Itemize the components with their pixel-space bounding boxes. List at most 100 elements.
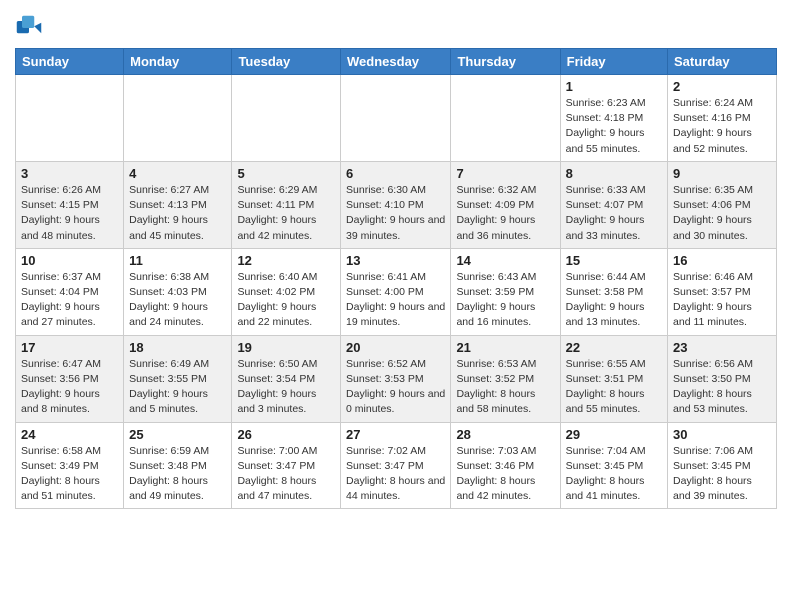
weekday-header-thursday: Thursday bbox=[451, 49, 560, 75]
calendar-cell: 16Sunrise: 6:46 AMSunset: 3:57 PMDayligh… bbox=[668, 248, 777, 335]
day-info: Sunrise: 7:04 AMSunset: 3:45 PMDaylight:… bbox=[566, 444, 662, 505]
calendar-cell: 1 Sunrise: 6:23 AMSunset: 4:18 PMDaylight… bbox=[560, 75, 667, 162]
calendar-cell: 14Sunrise: 6:43 AMSunset: 3:59 PMDayligh… bbox=[451, 248, 560, 335]
day-number: 22 bbox=[566, 340, 662, 355]
header bbox=[15, 10, 777, 42]
day-info: Sunrise: 7:00 AMSunset: 3:47 PMDaylight:… bbox=[237, 444, 335, 505]
day-number: 2 bbox=[673, 79, 771, 94]
day-number: 4 bbox=[129, 166, 226, 181]
day-number: 7 bbox=[456, 166, 554, 181]
day-info: Sunrise: 6:33 AMSunset: 4:07 PMDaylight:… bbox=[566, 183, 662, 244]
day-info: Sunrise: 6:35 AMSunset: 4:06 PMDaylight:… bbox=[673, 183, 771, 244]
weekday-header-saturday: Saturday bbox=[668, 49, 777, 75]
weekday-header-wednesday: Wednesday bbox=[341, 49, 451, 75]
day-number: 21 bbox=[456, 340, 554, 355]
day-info: Sunrise: 6:32 AMSunset: 4:09 PMDaylight:… bbox=[456, 183, 554, 244]
day-info: Sunrise: 6:37 AMSunset: 4:04 PMDaylight:… bbox=[21, 270, 118, 331]
calendar-cell: 24 Sunrise: 6:58 AMSunset: 3:49 PMDayligh… bbox=[16, 422, 124, 509]
day-info: Sunrise: 7:06 AMSunset: 3:45 PMDaylight:… bbox=[673, 444, 771, 505]
day-number: 11 bbox=[129, 253, 226, 268]
day-info: Sunrise: 6:38 AMSunset: 4:03 PMDaylight:… bbox=[129, 270, 226, 331]
calendar-cell bbox=[451, 75, 560, 162]
day-number: 10 bbox=[21, 253, 118, 268]
calendar-cell: 17Sunrise: 6:47 AMSunset: 3:56 PMDayligh… bbox=[16, 335, 124, 422]
day-number: 5 bbox=[237, 166, 335, 181]
calendar-week-4: 17Sunrise: 6:47 AMSunset: 3:56 PMDayligh… bbox=[16, 335, 777, 422]
day-number: 17 bbox=[21, 340, 118, 355]
page: SundayMondayTuesdayWednesdayThursdayFrid… bbox=[0, 0, 792, 524]
day-info: Sunrise: 7:02 AMSunset: 3:47 PMDaylight:… bbox=[346, 444, 445, 505]
calendar-week-1: 1 Sunrise: 6:23 AMSunset: 4:18 PMDaylight… bbox=[16, 75, 777, 162]
day-info: Sunrise: 6:58 AMSunset: 3:49 PMDaylight:… bbox=[21, 444, 118, 505]
day-info: Sunrise: 6:56 AMSunset: 3:50 PMDaylight:… bbox=[673, 357, 771, 418]
day-number: 9 bbox=[673, 166, 771, 181]
day-number: 25 bbox=[129, 427, 226, 442]
calendar-cell: 26 Sunrise: 7:00 AMSunset: 3:47 PMDayligh… bbox=[232, 422, 341, 509]
calendar-cell: 23Sunrise: 6:56 AMSunset: 3:50 PMDayligh… bbox=[668, 335, 777, 422]
calendar-cell bbox=[341, 75, 451, 162]
calendar-cell: 7 Sunrise: 6:32 AMSunset: 4:09 PMDaylight… bbox=[451, 161, 560, 248]
day-info: Sunrise: 6:55 AMSunset: 3:51 PMDaylight:… bbox=[566, 357, 662, 418]
calendar-cell: 13 Sunrise: 6:41 AMSunset: 4:00 PMDayligh… bbox=[341, 248, 451, 335]
day-info: Sunrise: 6:40 AMSunset: 4:02 PMDaylight:… bbox=[237, 270, 335, 331]
day-number: 13 bbox=[346, 253, 445, 268]
day-number: 3 bbox=[21, 166, 118, 181]
day-info: Sunrise: 6:26 AMSunset: 4:15 PMDaylight:… bbox=[21, 183, 118, 244]
calendar-cell: 20 Sunrise: 6:52 AMSunset: 3:53 PMDayligh… bbox=[341, 335, 451, 422]
day-info: Sunrise: 6:59 AMSunset: 3:48 PMDaylight:… bbox=[129, 444, 226, 505]
calendar-cell: 19 Sunrise: 6:50 AMSunset: 3:54 PMDayligh… bbox=[232, 335, 341, 422]
calendar-header-row: SundayMondayTuesdayWednesdayThursdayFrid… bbox=[16, 49, 777, 75]
day-number: 12 bbox=[237, 253, 335, 268]
day-info: Sunrise: 6:49 AMSunset: 3:55 PMDaylight:… bbox=[129, 357, 226, 418]
calendar-cell: 27 Sunrise: 7:02 AMSunset: 3:47 PMDayligh… bbox=[341, 422, 451, 509]
calendar-table: SundayMondayTuesdayWednesdayThursdayFrid… bbox=[15, 48, 777, 509]
day-info: Sunrise: 6:52 AMSunset: 3:53 PMDaylight:… bbox=[346, 357, 445, 418]
day-number: 27 bbox=[346, 427, 445, 442]
calendar-cell: 25 Sunrise: 6:59 AMSunset: 3:48 PMDayligh… bbox=[124, 422, 232, 509]
calendar-week-2: 3 Sunrise: 6:26 AMSunset: 4:15 PMDaylight… bbox=[16, 161, 777, 248]
calendar-cell: 2 Sunrise: 6:24 AMSunset: 4:16 PMDaylight… bbox=[668, 75, 777, 162]
calendar-cell bbox=[124, 75, 232, 162]
day-number: 20 bbox=[346, 340, 445, 355]
day-info: Sunrise: 6:27 AMSunset: 4:13 PMDaylight:… bbox=[129, 183, 226, 244]
day-info: Sunrise: 6:30 AMSunset: 4:10 PMDaylight:… bbox=[346, 183, 445, 244]
day-number: 19 bbox=[237, 340, 335, 355]
calendar-cell: 30 Sunrise: 7:06 AMSunset: 3:45 PMDayligh… bbox=[668, 422, 777, 509]
day-info: Sunrise: 6:53 AMSunset: 3:52 PMDaylight:… bbox=[456, 357, 554, 418]
day-info: Sunrise: 6:23 AMSunset: 4:18 PMDaylight:… bbox=[566, 96, 662, 157]
calendar-cell bbox=[232, 75, 341, 162]
day-number: 14 bbox=[456, 253, 554, 268]
weekday-header-friday: Friday bbox=[560, 49, 667, 75]
day-info: Sunrise: 6:29 AMSunset: 4:11 PMDaylight:… bbox=[237, 183, 335, 244]
day-number: 15 bbox=[566, 253, 662, 268]
weekday-header-sunday: Sunday bbox=[16, 49, 124, 75]
weekday-header-monday: Monday bbox=[124, 49, 232, 75]
day-number: 26 bbox=[237, 427, 335, 442]
calendar-cell: 29 Sunrise: 7:04 AMSunset: 3:45 PMDayligh… bbox=[560, 422, 667, 509]
calendar-cell: 8 Sunrise: 6:33 AMSunset: 4:07 PMDaylight… bbox=[560, 161, 667, 248]
day-number: 30 bbox=[673, 427, 771, 442]
day-number: 28 bbox=[456, 427, 554, 442]
day-number: 24 bbox=[21, 427, 118, 442]
day-number: 1 bbox=[566, 79, 662, 94]
calendar-cell: 10 Sunrise: 6:37 AMSunset: 4:04 PMDayligh… bbox=[16, 248, 124, 335]
calendar-cell: 28 Sunrise: 7:03 AMSunset: 3:46 PMDayligh… bbox=[451, 422, 560, 509]
calendar-cell: 15Sunrise: 6:44 AMSunset: 3:58 PMDayligh… bbox=[560, 248, 667, 335]
calendar-cell: 9 Sunrise: 6:35 AMSunset: 4:06 PMDaylight… bbox=[668, 161, 777, 248]
logo bbox=[15, 14, 45, 42]
day-number: 18 bbox=[129, 340, 226, 355]
calendar-cell: 21 Sunrise: 6:53 AMSunset: 3:52 PMDayligh… bbox=[451, 335, 560, 422]
day-info: Sunrise: 6:50 AMSunset: 3:54 PMDaylight:… bbox=[237, 357, 335, 418]
calendar-cell: 22 Sunrise: 6:55 AMSunset: 3:51 PMDayligh… bbox=[560, 335, 667, 422]
calendar-cell: 11 Sunrise: 6:38 AMSunset: 4:03 PMDayligh… bbox=[124, 248, 232, 335]
calendar-cell: 4 Sunrise: 6:27 AMSunset: 4:13 PMDaylight… bbox=[124, 161, 232, 248]
day-number: 16 bbox=[673, 253, 771, 268]
day-info: Sunrise: 6:24 AMSunset: 4:16 PMDaylight:… bbox=[673, 96, 771, 157]
day-number: 29 bbox=[566, 427, 662, 442]
logo-icon bbox=[15, 14, 43, 42]
day-info: Sunrise: 7:03 AMSunset: 3:46 PMDaylight:… bbox=[456, 444, 554, 505]
day-info: Sunrise: 6:41 AMSunset: 4:00 PMDaylight:… bbox=[346, 270, 445, 331]
day-number: 8 bbox=[566, 166, 662, 181]
calendar-cell: 18 Sunrise: 6:49 AMSunset: 3:55 PMDayligh… bbox=[124, 335, 232, 422]
calendar-cell: 6Sunrise: 6:30 AMSunset: 4:10 PMDaylight… bbox=[341, 161, 451, 248]
